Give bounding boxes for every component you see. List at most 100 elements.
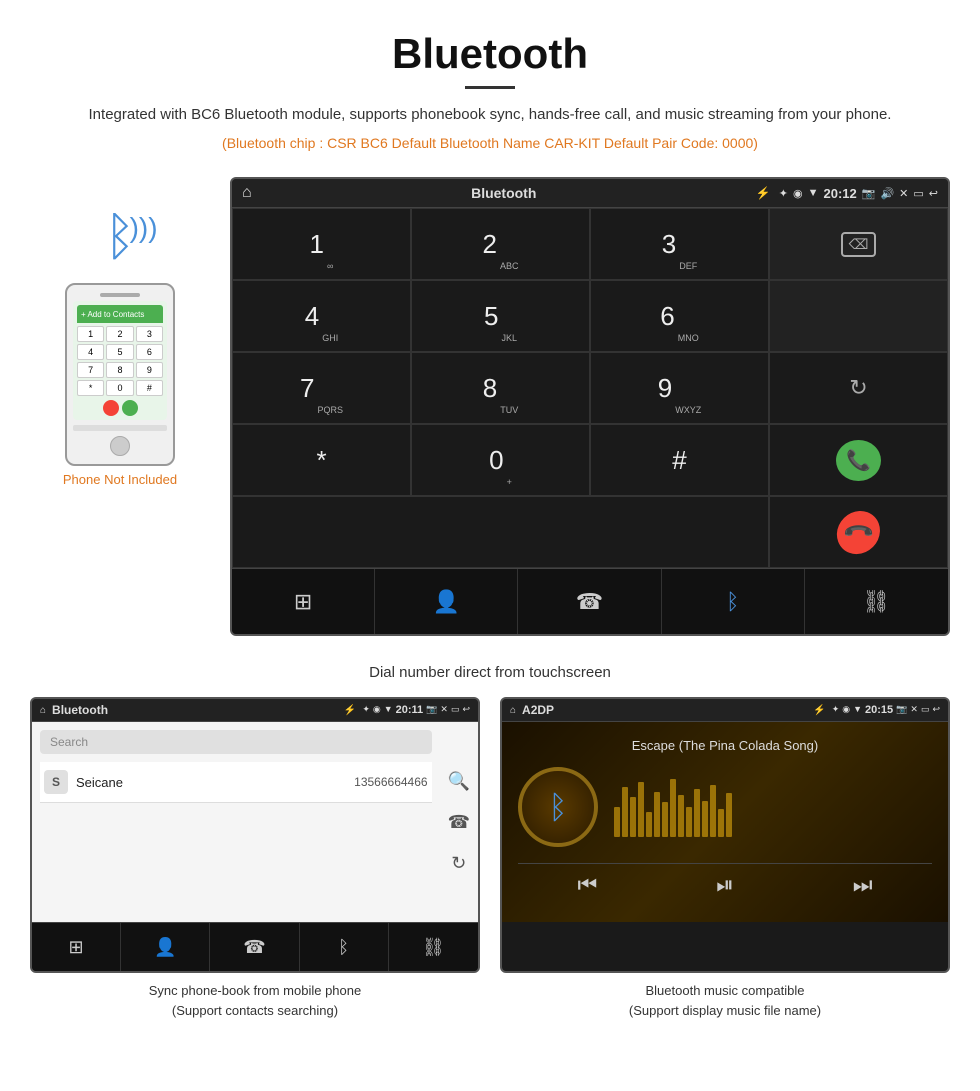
music-content: Escape (The Pina Colada Song) ᛒ <box>502 722 948 922</box>
page-header: Bluetooth Integrated with BC6 Bluetooth … <box>0 0 980 177</box>
back-icon: ↩ <box>929 187 938 200</box>
viz-bar-10 <box>686 807 692 837</box>
mu-cam-icon: 📷 <box>896 704 907 716</box>
dial-key-8[interactable]: 8TUV <box>411 352 590 424</box>
phone-screen: + Add to Contacts 1 2 3 4 5 6 7 8 9 * 0 … <box>73 301 167 420</box>
phone-home-button <box>110 436 130 456</box>
music-song-title: Escape (The Pina Colada Song) <box>632 738 818 753</box>
pb-nav-contacts[interactable]: 👤 <box>121 923 210 971</box>
dial-key-2[interactable]: 2ABC <box>411 208 590 280</box>
pb-sync-icon[interactable]: ↻ <box>451 853 466 874</box>
viz-bar-14 <box>718 809 724 837</box>
bottom-nav-link[interactable]: ⛓ <box>805 569 948 634</box>
title-underline <box>465 86 515 89</box>
pb-x-icon: ✕ <box>440 704 448 716</box>
call-red-button[interactable]: 📞 <box>769 496 948 568</box>
music-playpause-button[interactable]: ⏯ <box>716 872 734 898</box>
mu-back-icon: ↩ <box>932 704 940 716</box>
pb-nav-phone[interactable]: ☎ <box>210 923 299 971</box>
pb-nav-link[interactable]: ⛓ <box>389 923 478 971</box>
mu-x-icon: ✕ <box>910 704 918 716</box>
dial-empty-2 <box>769 280 948 352</box>
call-green-button[interactable]: 📞 <box>769 424 948 496</box>
viz-bar-9 <box>678 795 684 837</box>
dial-key-7[interactable]: 7PQRS <box>232 352 411 424</box>
bottom-nav-contacts[interactable]: 👤 <box>375 569 518 634</box>
album-art: ᛒ <box>518 767 598 847</box>
phone-key-hash: # <box>136 380 163 396</box>
phone-speaker <box>100 293 140 297</box>
dial-key-hash[interactable]: # <box>590 424 769 496</box>
music-main-area: ᛒ <box>518 767 932 847</box>
dial-key-5[interactable]: 5JKL <box>411 280 590 352</box>
car-screen-title: Bluetooth <box>260 185 748 201</box>
pb-cam-icon: 📷 <box>426 704 437 716</box>
music-next-button[interactable]: ⏭ <box>853 872 873 898</box>
bottom-nav-bluetooth[interactable]: ᛒ <box>662 569 805 634</box>
album-bluetooth-icon: ᛒ <box>548 789 567 826</box>
camera-icon: 📷 <box>862 187 876 200</box>
page-subtitle: Integrated with BC6 Bluetooth module, su… <box>20 103 960 127</box>
phone-keypad: 1 2 3 4 5 6 7 8 9 * 0 # <box>77 326 163 396</box>
phone-key-1: 1 <box>77 326 104 342</box>
home-icon: ⌂ <box>242 184 252 202</box>
music-prev-button[interactable]: ⏮ <box>577 872 597 898</box>
pb-bottom-nav: ⊞ 👤 ☎ ᛒ ⛓ <box>32 922 478 971</box>
dial-key-3[interactable]: 3DEF <box>590 208 769 280</box>
phone-side: ᛒ ))) + Add to Contacts 1 2 3 4 5 6 7 8 … <box>30 177 210 636</box>
pb-loc-icon: ◉ <box>373 704 381 716</box>
phonebook-caption-line1: Sync phone-book from mobile phone <box>149 983 361 998</box>
phonebook-screen: ⌂ Bluetooth ⚡ ✦ ◉ ▼ 20:11 📷 ✕ ▭ ↩ <box>30 697 480 973</box>
mu-usb-icon: ⚡ <box>813 705 825 716</box>
dial-key-9[interactable]: 9WXYZ <box>590 352 769 424</box>
wifi-waves-icon: ))) <box>130 212 158 244</box>
phone-key-5: 5 <box>106 344 133 360</box>
pb-nav-grid[interactable]: ⊞ <box>32 923 121 971</box>
viz-bar-1 <box>614 807 620 837</box>
dial-empty-1: ⌫ <box>769 208 948 280</box>
usb-icon: ⚡ <box>756 186 771 200</box>
delete-icon[interactable]: ⌫ <box>841 232 877 257</box>
location-icon: ◉ <box>793 187 803 200</box>
pb-search-icon[interactable]: 🔍 <box>448 771 470 792</box>
dial-sync-icon[interactable]: ↻ <box>769 352 948 424</box>
music-visualizer <box>614 777 932 837</box>
dial-key-4[interactable]: 4GHI <box>232 280 411 352</box>
bottom-screens: ⌂ Bluetooth ⚡ ✦ ◉ ▼ 20:11 📷 ✕ ▭ ↩ <box>0 697 980 1048</box>
phone-key-7: 7 <box>77 362 104 378</box>
bottom-nav-phone[interactable]: ☎ <box>518 569 661 634</box>
dial-key-star[interactable]: * <box>232 424 411 496</box>
bottom-nav-grid[interactable]: ⊞ <box>232 569 375 634</box>
phonebook-status-bar: ⌂ Bluetooth ⚡ ✦ ◉ ▼ 20:11 📷 ✕ ▭ ↩ <box>32 699 478 722</box>
phone-bottom-bar <box>73 425 167 431</box>
pb-call-icon[interactable]: ☎ <box>448 812 470 833</box>
phonebook-screen-wrap: ⌂ Bluetooth ⚡ ✦ ◉ ▼ 20:11 📷 ✕ ▭ ↩ <box>30 697 480 1028</box>
pb-bt-icon: ✦ <box>362 704 370 716</box>
pb-time: 20:11 <box>396 704 424 716</box>
mu-time: 20:15 <box>865 704 893 716</box>
viz-bar-6 <box>654 792 660 837</box>
phonebook-caption-line2: (Support contacts searching) <box>172 1003 338 1018</box>
search-bar[interactable]: Search <box>40 730 432 754</box>
dial-key-6[interactable]: 6MNO <box>590 280 769 352</box>
dial-key-0[interactable]: 0+ <box>411 424 590 496</box>
car-status-bar: ⌂ Bluetooth ⚡ ✦ ◉ ▼ 20:12 📷 🔊 ✕ ▭ ↩ <box>232 179 948 208</box>
bt-status-icon: ✦ <box>779 187 788 200</box>
contact-row[interactable]: S Seicane 13566664466 <box>40 762 432 803</box>
pb-status-icons: ✦ ◉ ▼ 20:11 📷 ✕ ▭ ↩ <box>362 704 470 716</box>
phone-key-6: 6 <box>136 344 163 360</box>
contact-letter: S <box>44 770 68 794</box>
phone-key-8: 8 <box>106 362 133 378</box>
music-caption-line1: Bluetooth music compatible <box>646 983 805 998</box>
pb-screen-title: Bluetooth <box>52 703 338 717</box>
phone-key-3: 3 <box>136 326 163 342</box>
dial-key-1[interactable]: 1∞ <box>232 208 411 280</box>
viz-bar-8 <box>670 779 676 837</box>
phone-mockup: + Add to Contacts 1 2 3 4 5 6 7 8 9 * 0 … <box>65 283 175 466</box>
mu-window-icon: ▭ <box>921 704 930 716</box>
pb-nav-bluetooth[interactable]: ᛒ <box>300 923 389 971</box>
pb-window-icon: ▭ <box>451 704 460 716</box>
viz-bar-12 <box>702 801 708 837</box>
mu-home-icon: ⌂ <box>510 705 516 716</box>
phone-screen-label: + Add to Contacts <box>81 310 144 319</box>
